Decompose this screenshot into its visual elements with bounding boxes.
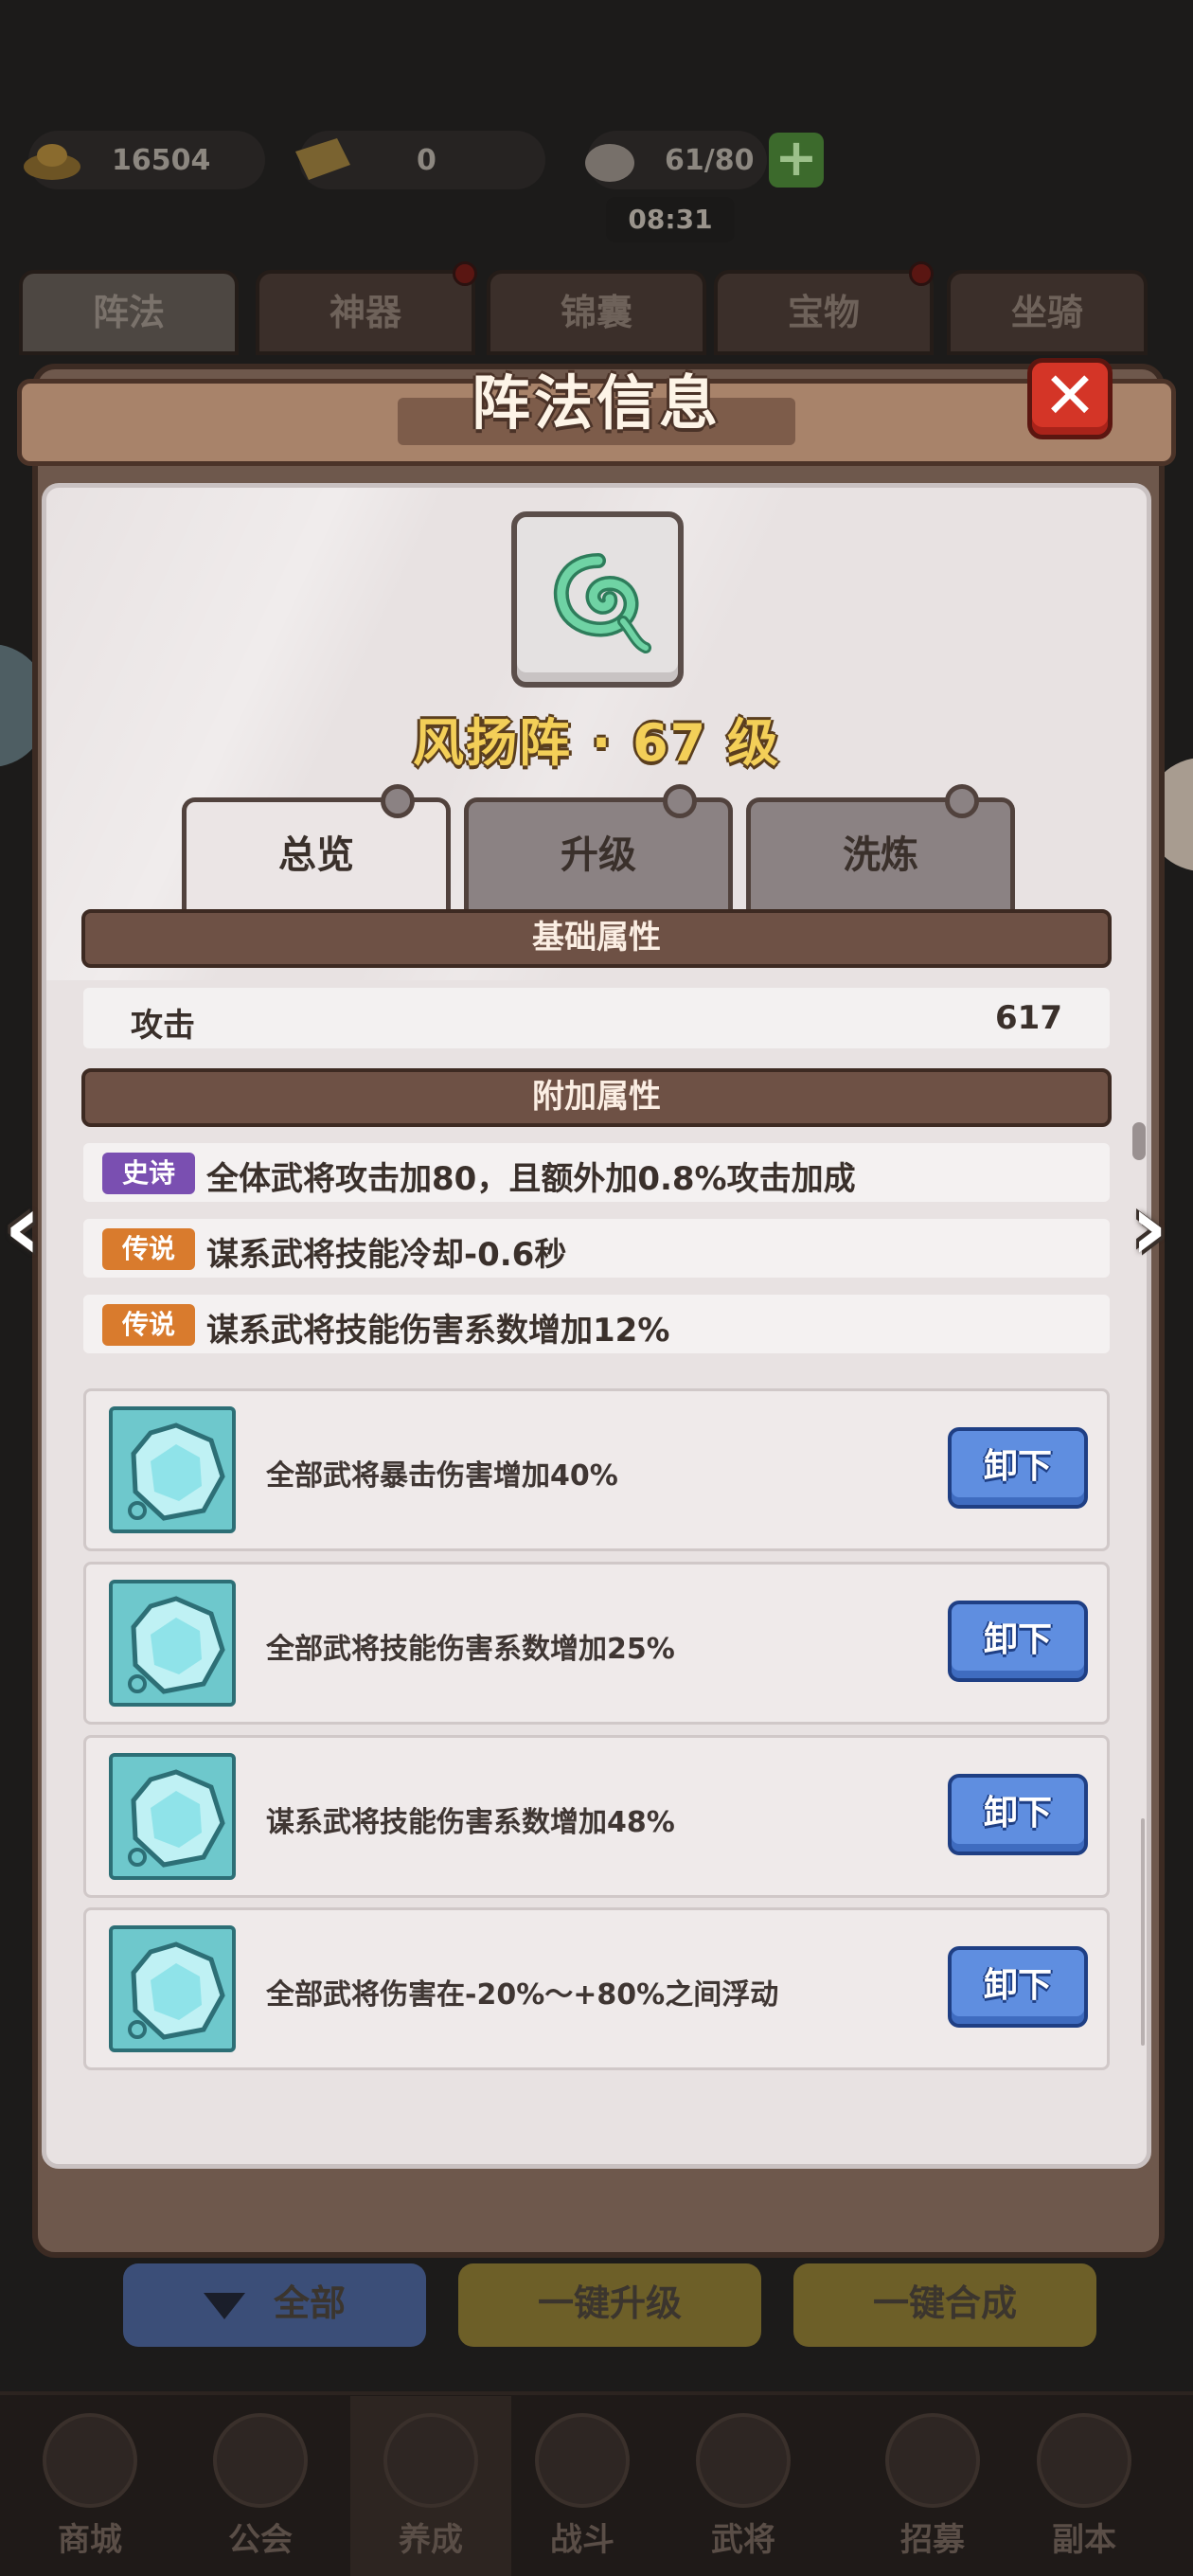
gem-effect-text: 全部武将技能伤害系数增加25% [266, 1633, 675, 1666]
nav-guild[interactable]: 公会 [180, 2396, 341, 2576]
prev-arrow-icon[interactable]: ‹ [4, 1182, 64, 1280]
green-swirl-icon [553, 553, 651, 653]
tab-artifact[interactable]: 神器 [256, 270, 475, 355]
gem-effect-text: 谋系武将技能伤害系数增加48% [266, 1806, 675, 1839]
recruit-icon [885, 2413, 980, 2508]
tab-mount[interactable]: 坐骑 [947, 270, 1148, 355]
nav-generals[interactable]: 武将 [663, 2396, 824, 2576]
gem-effect-text: 全部武将暴击伤害增加40% [266, 1459, 618, 1493]
nav-battle-label: 战斗 [550, 2521, 614, 2559]
crystal-gem-icon [128, 1941, 225, 2040]
crystal-gem-icon [128, 1422, 225, 1521]
nav-guild-label: 公会 [228, 2521, 293, 2559]
tab-notice-dot [909, 261, 934, 286]
tab-pouch[interactable]: 锦囊 [487, 270, 706, 355]
unequip-button[interactable]: 卸下 [948, 1774, 1088, 1855]
nav-develop-label: 养成 [399, 2521, 463, 2559]
rarity-badge: 传说 [102, 1304, 195, 1346]
ticket-counter: 0 [295, 131, 545, 189]
formation-icon-frame [511, 511, 684, 688]
close-button[interactable]: ✕ [1027, 358, 1113, 439]
develop-icon [383, 2413, 478, 2508]
gem-icon-frame [109, 1406, 236, 1533]
crossed-swords-icon [535, 2413, 630, 2508]
extra-attr-row: 传说 谋系武将技能冷却-0.6秒 [83, 1219, 1110, 1278]
extra-attr-row: 史诗 全体武将攻击加80，且额外加0.8%攻击加成 [83, 1143, 1110, 1202]
stat-row-attack: 攻击 617 [83, 988, 1110, 1048]
next-arrow-icon[interactable]: › [1131, 1182, 1191, 1280]
gem-effect-text: 全部武将伤害在-20%～+80%之间浮动 [266, 1978, 779, 2012]
stamina-counter: 61/80 [585, 131, 767, 189]
tab-pin-dot [381, 784, 415, 818]
tab-pin-dot [945, 784, 979, 818]
nav-dungeon[interactable]: 副本 [1004, 2396, 1165, 2576]
rarity-badge: 传说 [102, 1228, 195, 1270]
filter-all-button[interactable]: 全部 [123, 2263, 426, 2347]
nav-shop-label: 商城 [58, 2521, 122, 2559]
extra-attr-text: 谋系武将技能伤害系数增加12% [206, 1312, 670, 1350]
unequip-button[interactable]: 卸下 [948, 1601, 1088, 1682]
gem-slot-row: 全部武将伤害在-20%～+80%之间浮动 卸下 [83, 1907, 1110, 2070]
add-stamina-button[interactable]: + [769, 133, 824, 188]
list-scrollbar[interactable] [1141, 1818, 1145, 2046]
gem-icon-frame [109, 1753, 236, 1880]
crystal-gem-icon [128, 1596, 225, 1694]
gold-ingot-icon [24, 144, 80, 180]
nav-recruit-label: 招募 [900, 2521, 965, 2559]
tab-overview[interactable]: 总览 [182, 797, 451, 911]
triangle-down-icon [203, 2292, 245, 2319]
stamina-timer: 08:31 [606, 197, 735, 242]
ticket-value: 0 [417, 143, 436, 177]
stamina-value: 61/80 [665, 143, 755, 177]
gem-icon-frame [109, 1580, 236, 1707]
gem-slot-row: 谋系武将技能伤害系数增加48% 卸下 [83, 1735, 1110, 1898]
unequip-button[interactable]: 卸下 [948, 1946, 1088, 2028]
gold-value: 16504 [112, 143, 211, 177]
filter-all-label: 全部 [273, 2282, 346, 2324]
unequip-button[interactable]: 卸下 [948, 1427, 1088, 1509]
extra-attr-row: 传说 谋系武将技能伤害系数增加12% [83, 1295, 1110, 1353]
tab-upgrade[interactable]: 升级 [464, 797, 733, 911]
gold-counter: 16504 [24, 131, 265, 189]
tab-pin-dot [663, 784, 697, 818]
formation-name: 风扬阵 · 67 级 [412, 713, 781, 773]
nav-recruit[interactable]: 招募 [852, 2396, 1013, 2576]
tab-treasure[interactable]: 宝物 [714, 270, 934, 355]
stat-label: 攻击 [131, 1007, 195, 1045]
gem-icon-frame [109, 1925, 236, 2052]
gem-slot-row: 全部武将技能伤害系数增加25% 卸下 [83, 1562, 1110, 1725]
merge-all-button[interactable]: 一键合成 [793, 2263, 1096, 2347]
rarity-badge: 史诗 [102, 1153, 195, 1194]
tab-formation[interactable]: 阵法 [19, 270, 239, 355]
extra-attr-text: 全体武将攻击加80，且额外加0.8%攻击加成 [206, 1160, 856, 1198]
base-attributes-header: 基础属性 [81, 909, 1112, 968]
gem-slot-row: 全部武将暴击伤害增加40% 卸下 [83, 1388, 1110, 1551]
upgrade-all-button[interactable]: 一键升级 [458, 2263, 761, 2347]
nav-develop[interactable]: 养成 [350, 2396, 511, 2576]
scrollbar-thumb[interactable] [1132, 1122, 1146, 1160]
dungeon-icon [1037, 2413, 1131, 2508]
extra-attr-text: 谋系武将技能冷却-0.6秒 [206, 1236, 567, 1274]
shop-icon [43, 2413, 137, 2508]
ticket-icon [295, 138, 350, 180]
tab-notice-dot [453, 261, 477, 286]
extra-attributes-header: 附加属性 [81, 1068, 1112, 1127]
bun-icon [585, 144, 634, 182]
helmet-icon [696, 2413, 791, 2508]
nav-battle[interactable]: 战斗 [502, 2396, 663, 2576]
crystal-gem-icon [128, 1769, 225, 1868]
nav-dungeon-label: 副本 [1052, 2521, 1116, 2559]
panel-title: 阵法信息 [471, 368, 721, 438]
guild-icon [213, 2413, 308, 2508]
nav-generals-label: 武将 [711, 2521, 775, 2559]
tab-refine[interactable]: 洗炼 [746, 797, 1015, 911]
stat-value: 617 [995, 999, 1062, 1037]
nav-shop[interactable]: 商城 [9, 2396, 170, 2576]
